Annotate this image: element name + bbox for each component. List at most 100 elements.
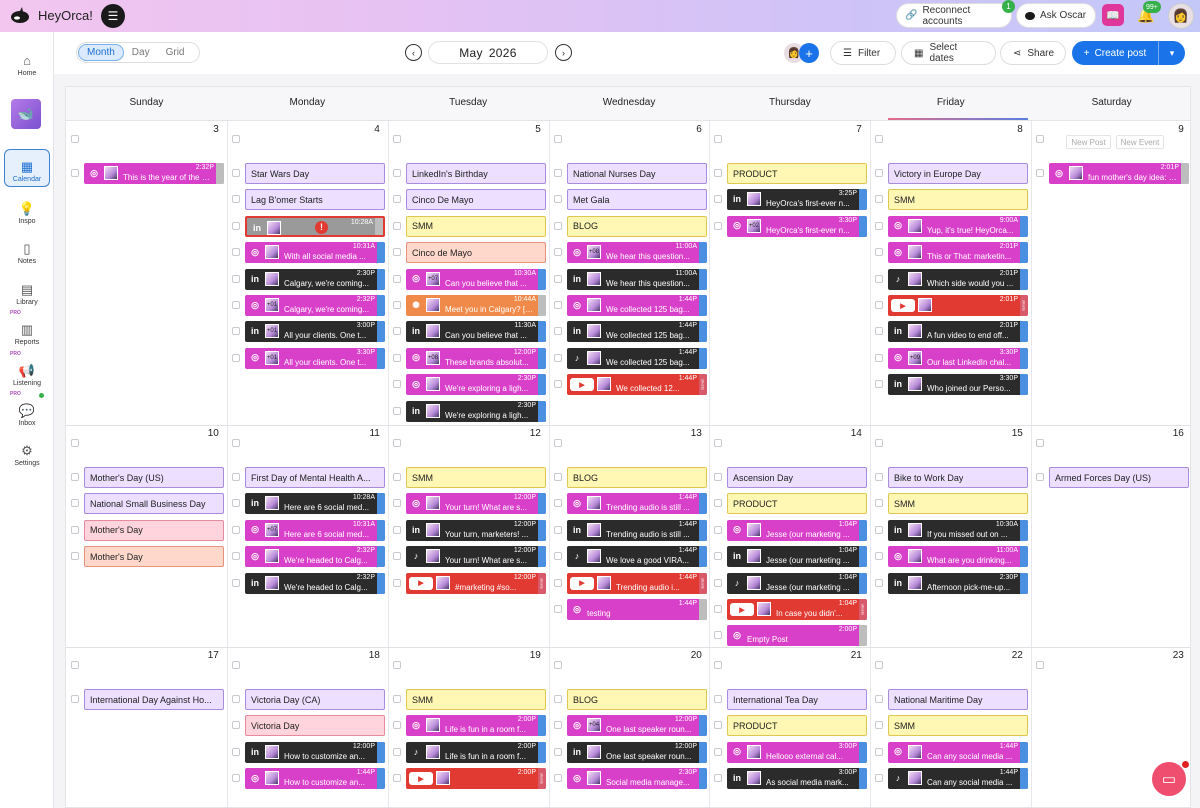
- reconnect-accounts-button[interactable]: 🔗 Reconnect accounts 1: [896, 0, 1015, 28]
- item-select-checkbox[interactable]: [714, 473, 722, 481]
- item-select-checkbox[interactable]: [875, 221, 883, 230]
- item-select-checkbox[interactable]: [71, 499, 79, 508]
- day-select-checkbox[interactable]: [232, 661, 240, 669]
- scheduled-post[interactable]: ◎ +04 12:00P One last speaker roun...: [567, 715, 707, 737]
- item-select-checkbox[interactable]: [554, 301, 562, 309]
- item-select-checkbox[interactable]: [554, 380, 562, 389]
- scheduled-post[interactable]: in 1:04P Jesse (our marketing ...: [727, 546, 867, 568]
- scheduled-post[interactable]: ◎ 3:00P Hellooo external cal...: [727, 741, 867, 763]
- item-select-checkbox[interactable]: [875, 380, 883, 389]
- item-select-checkbox[interactable]: [714, 552, 722, 561]
- item-select-checkbox[interactable]: [554, 747, 562, 756]
- item-select-checkbox[interactable]: [714, 525, 722, 534]
- scheduled-post[interactable]: in 10:30A If you missed out on ...: [888, 519, 1028, 541]
- scheduled-post[interactable]: ◎ 1:44P Trending audio is still ...: [567, 493, 707, 515]
- scheduled-post[interactable]: in 2:30P Afternoon pick-me-up...: [888, 572, 1028, 594]
- sidebar-item-inspo[interactable]: 💡 Inspo: [4, 190, 50, 228]
- scheduled-post[interactable]: ◎ 2:00P Empty Post: [727, 625, 867, 647]
- item-select-checkbox[interactable]: [714, 499, 722, 508]
- item-select-checkbox[interactable]: [875, 248, 883, 257]
- item-select-checkbox[interactable]: [875, 721, 883, 730]
- day-select-checkbox[interactable]: [554, 135, 562, 143]
- calendar-event[interactable]: National Small Business Day: [84, 493, 224, 515]
- calendar-event[interactable]: First Day of Mental Health A...: [245, 467, 385, 488]
- item-select-checkbox[interactable]: [393, 695, 401, 703]
- sidebar-item-listening[interactable]: PRO 📢 Listening: [4, 351, 50, 390]
- day-select-checkbox[interactable]: [1036, 439, 1044, 447]
- item-select-checkbox[interactable]: [875, 353, 883, 362]
- item-select-checkbox[interactable]: [393, 747, 401, 756]
- calendar-event[interactable]: Bike to Work Day: [888, 467, 1028, 488]
- item-select-checkbox[interactable]: [393, 274, 401, 283]
- item-select-checkbox[interactable]: [554, 274, 562, 283]
- scheduled-post[interactable]: ♪ 12:00P Your turn! What are s...: [406, 546, 546, 568]
- calendar-event[interactable]: LinkedIn's Birthday: [406, 163, 546, 184]
- scheduled-post[interactable]: in 2:30P We're exploring a ligh...: [406, 400, 546, 422]
- sidebar-item-home[interactable]: ⌂ Home: [4, 42, 50, 80]
- scheduled-post[interactable]: ▶ 1:04P In case you didn'... shorts: [727, 599, 867, 620]
- filter-button[interactable]: ☰ Filter: [830, 41, 896, 65]
- scheduled-post[interactable]: in 2:01P A fun video to end off...: [888, 321, 1028, 343]
- item-select-checkbox[interactable]: [393, 169, 401, 177]
- scheduled-post[interactable]: ◎ 1:44P Can any social media ...: [888, 741, 1028, 763]
- calendar-event[interactable]: PRODUCT: [727, 493, 867, 515]
- calendar-event[interactable]: SMM: [888, 493, 1028, 515]
- main-menu-button[interactable]: ☰: [101, 4, 125, 28]
- scheduled-post[interactable]: ♪ 2:01P Which side would you ...: [888, 268, 1028, 290]
- calendar-event[interactable]: Armed Forces Day (US): [1049, 467, 1189, 488]
- item-select-checkbox[interactable]: [875, 274, 883, 283]
- item-select-checkbox[interactable]: [554, 327, 562, 336]
- calendar-event[interactable]: Cinco de Mayo: [406, 242, 546, 264]
- day-select-checkbox[interactable]: [714, 135, 722, 143]
- item-select-checkbox[interactable]: [875, 195, 883, 204]
- day-select-checkbox[interactable]: [232, 439, 240, 447]
- item-select-checkbox[interactable]: [232, 353, 240, 362]
- scheduled-post[interactable]: ◎ 2:32P We're headed to Calg...: [245, 546, 385, 568]
- calendar-event[interactable]: Ascension Day: [727, 467, 867, 488]
- item-select-checkbox[interactable]: [554, 221, 562, 230]
- calendar-event[interactable]: PRODUCT: [727, 163, 867, 184]
- calendar-event[interactable]: BLOG: [567, 689, 707, 710]
- scheduled-post[interactable]: ▶ 1:44P We collected 12... shorts: [567, 374, 707, 396]
- view-day-tab[interactable]: Day: [124, 44, 158, 61]
- item-select-checkbox[interactable]: [393, 499, 401, 508]
- user-avatar[interactable]: 👩: [1168, 3, 1194, 29]
- scheduled-post[interactable]: ✺ 10:44A Meet you in Calgary? [Free...: [406, 295, 546, 316]
- workspace-avatar[interactable]: 🐋: [11, 99, 41, 129]
- scheduled-post[interactable]: ◎ 9:00A Yup, it's true! HeyOrca...: [888, 215, 1028, 237]
- view-month-tab[interactable]: Month: [78, 44, 124, 61]
- item-select-checkbox[interactable]: [232, 169, 240, 177]
- item-select-checkbox[interactable]: [714, 169, 722, 177]
- calendar-event[interactable]: Cinco De Mayo: [406, 189, 546, 211]
- calendar-event[interactable]: Victoria Day (CA): [245, 689, 385, 710]
- item-select-checkbox[interactable]: [232, 721, 240, 730]
- item-select-checkbox[interactable]: [554, 353, 562, 362]
- item-select-checkbox[interactable]: [875, 169, 883, 177]
- item-select-checkbox[interactable]: [554, 552, 562, 561]
- item-select-checkbox[interactable]: [554, 721, 562, 730]
- item-select-checkbox[interactable]: [875, 525, 883, 534]
- day-select-checkbox[interactable]: [393, 661, 401, 669]
- day-select-checkbox[interactable]: [71, 135, 79, 143]
- next-month-button[interactable]: ›: [555, 44, 572, 61]
- day-select-checkbox[interactable]: [1036, 135, 1044, 143]
- item-select-checkbox[interactable]: [232, 525, 240, 534]
- item-select-checkbox[interactable]: [232, 578, 240, 587]
- item-select-checkbox[interactable]: [554, 248, 562, 257]
- calendar-event[interactable]: SMM: [406, 467, 546, 488]
- calendar-event[interactable]: National Nurses Day: [567, 163, 707, 184]
- share-button[interactable]: ⋖ Share: [1000, 41, 1066, 65]
- item-select-checkbox[interactable]: [232, 695, 240, 703]
- item-select-checkbox[interactable]: [554, 499, 562, 508]
- scheduled-post[interactable]: ◎ +07 10:30A Can you believe that ...: [406, 268, 546, 290]
- item-select-checkbox[interactable]: [714, 747, 722, 756]
- item-select-checkbox[interactable]: [393, 473, 401, 481]
- item-select-checkbox[interactable]: [393, 248, 401, 257]
- item-select-checkbox[interactable]: [232, 274, 240, 283]
- item-select-checkbox[interactable]: [714, 195, 722, 204]
- scheduled-post[interactable]: in 3:30P Who joined our Perso...: [888, 374, 1028, 396]
- calendar-event[interactable]: SMM: [888, 715, 1028, 737]
- item-select-checkbox[interactable]: [554, 774, 562, 783]
- calendar-event[interactable]: International Tea Day: [727, 689, 867, 710]
- scheduled-post[interactable]: ◎ 2:30P We're exploring a ligh...: [406, 374, 546, 396]
